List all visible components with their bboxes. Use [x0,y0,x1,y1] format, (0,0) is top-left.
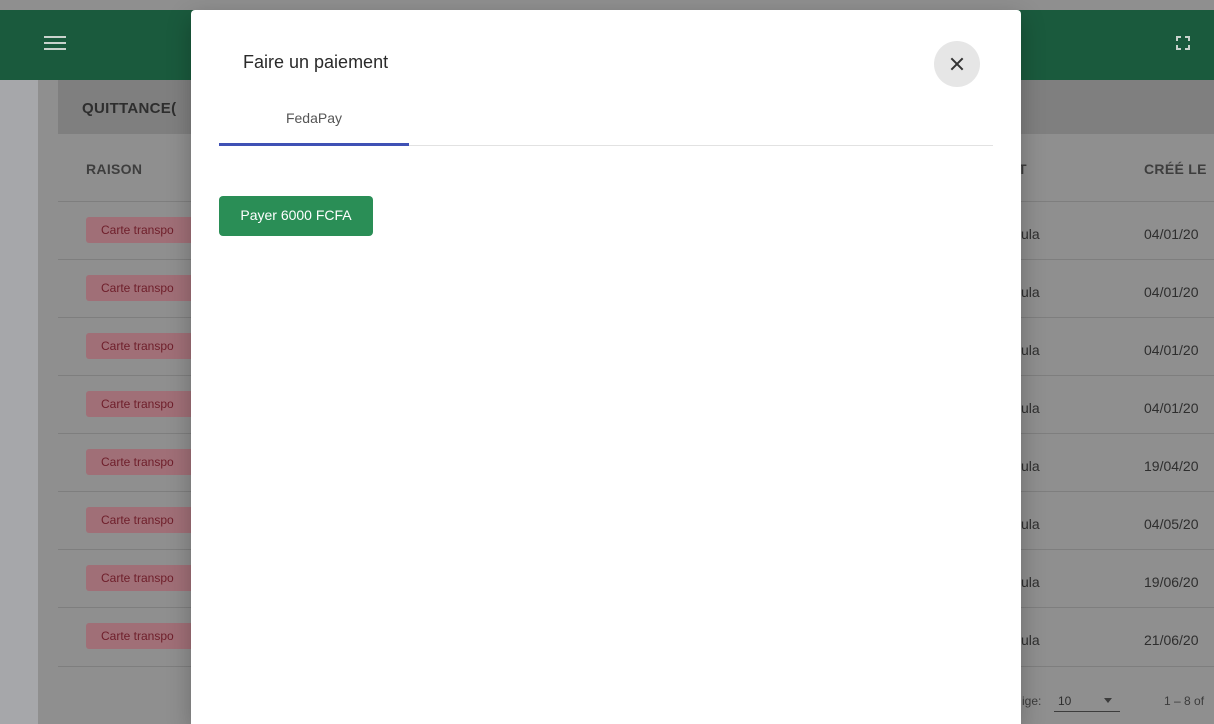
date-cell: 04/01/20 [1144,226,1199,242]
date-cell: 04/01/20 [1144,400,1199,416]
date-cell: 21/06/20 [1144,632,1199,648]
date-cell: 19/04/20 [1144,458,1199,474]
dialog-title: Faire un paiement [243,52,389,72]
items-per-page-value: 10 [1058,694,1072,708]
column-header-raison[interactable]: RAISON [86,161,142,177]
fullscreen-icon[interactable] [1174,34,1192,52]
table-cell: ula [1021,342,1040,358]
column-header-created[interactable]: CRÉÉ LE [1144,161,1207,177]
date-cell: 19/06/20 [1144,574,1199,590]
table-cell: ula [1021,574,1040,590]
pay-button[interactable]: Payer 6000 FCFA [219,196,373,236]
hamburger-menu-icon[interactable] [44,36,66,52]
top-strip [0,0,1214,10]
date-cell: 04/05/20 [1144,516,1199,532]
date-cell: 04/01/20 [1144,342,1199,358]
close-icon[interactable] [934,41,980,87]
payment-tabs: FedaPay [219,100,993,146]
table-cell: ula [1021,632,1040,648]
table-cell: ula [1021,458,1040,474]
tab-fedapay[interactable]: FedaPay [219,100,409,146]
chevron-down-icon [1104,698,1112,703]
card-title: QUITTANCE( [82,100,177,117]
table-cell: ula [1021,226,1040,242]
date-cell: 04/01/20 [1144,284,1199,300]
sidebar-rail [0,80,38,724]
items-per-page-select[interactable]: 10 [1054,690,1120,712]
table-cell: ula [1021,400,1040,416]
items-per-page-label: ige: [1022,694,1042,708]
table-cell: ula [1021,284,1040,300]
active-tab-indicator [219,143,409,146]
payment-dialog: Faire un paiement FedaPay Payer 6000 FCF… [191,10,1021,724]
table-cell: ula [1021,516,1040,532]
pagination-range: 1 – 8 of [1164,694,1205,708]
